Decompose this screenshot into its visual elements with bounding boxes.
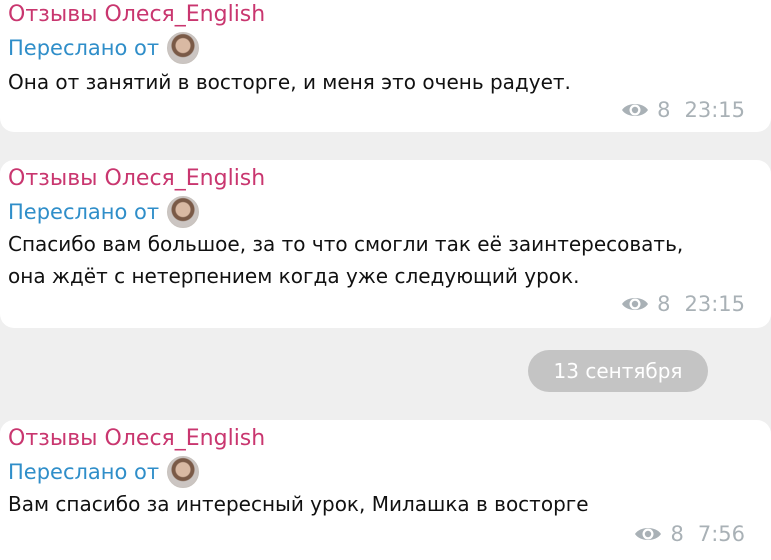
view-count: 8 — [657, 98, 671, 122]
eye-icon — [635, 528, 662, 540]
date-separator: 13 сентября — [528, 350, 708, 392]
message-text-line: она ждёт с нетерпением когда уже следующ… — [8, 264, 580, 288]
message-time: 23:15 — [684, 292, 745, 316]
forwarded-label: Переслано от — [8, 460, 160, 484]
message-meta: 8 23:15 — [621, 98, 745, 122]
forwarded-from[interactable]: Переслано от — [8, 456, 200, 488]
forwarded-user-avatar[interactable] — [167, 196, 200, 228]
forwarded-user-avatar[interactable] — [167, 32, 200, 64]
message-bubble[interactable]: Отзывы Олеся_English Переслано от Она от… — [0, 0, 771, 132]
forwarded-label: Переслано от — [8, 36, 160, 60]
message-text: Она от занятий в восторге, и меня это оч… — [8, 70, 571, 94]
message-text-line: Спасибо вам большое, за то что смогли та… — [8, 232, 684, 256]
eye-icon — [622, 298, 649, 310]
sender-name[interactable]: Отзывы Олеся_English — [8, 2, 265, 27]
message-time: 23:15 — [684, 98, 745, 122]
forwarded-from[interactable]: Переслано от — [8, 32, 200, 64]
eye-icon — [622, 104, 649, 116]
sender-name[interactable]: Отзывы Олеся_English — [8, 166, 265, 191]
view-count: 8 — [657, 292, 671, 316]
message-time: 7:56 — [697, 522, 745, 546]
message-meta: 8 23:15 — [621, 292, 745, 316]
message-text: Вам спасибо за интересный урок, Милашка … — [8, 492, 589, 516]
sender-name[interactable]: Отзывы Олеся_English — [8, 426, 265, 451]
forwarded-user-avatar[interactable] — [167, 456, 200, 488]
view-count: 8 — [670, 522, 684, 546]
message-bubble[interactable]: Отзывы Олеся_English Переслано от Вам сп… — [0, 420, 771, 560]
forwarded-from[interactable]: Переслано от — [8, 196, 200, 228]
message-bubble[interactable]: Отзывы Олеся_English Переслано от Спасиб… — [0, 160, 771, 328]
forwarded-label: Переслано от — [8, 200, 160, 224]
message-meta: 8 7:56 — [634, 522, 745, 546]
